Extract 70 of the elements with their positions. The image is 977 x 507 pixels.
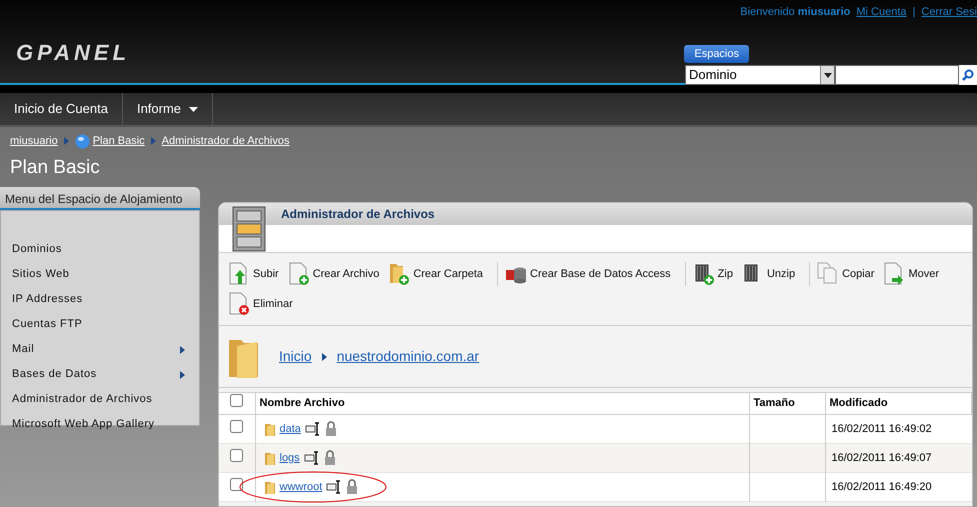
table-row[interactable]: logs 16/02/2011 16:49:07 [219, 444, 972, 472]
sidebar-item[interactable]: Dominios [1, 237, 199, 262]
dropdown-arrow-icon [824, 72, 832, 78]
file-link[interactable]: wwwroot [280, 478, 322, 496]
globe-icon [74, 134, 90, 149]
lock-icon[interactable] [346, 479, 358, 495]
select-all-checkbox[interactable] [230, 394, 244, 408]
toolbar-button[interactable]: Copiar [816, 261, 882, 287]
sidebar-item[interactable]: Cuentas FTP [1, 312, 199, 337]
rename-icon[interactable] [304, 451, 320, 465]
table-row[interactable]: wwwroot 16/02/2011 16:49:20 [219, 472, 972, 502]
header-link[interactable]: Cerrar Sesi [921, 4, 977, 20]
modified-cell: 16/02/2011 16:49:07 [825, 444, 972, 472]
caret-icon [322, 352, 327, 360]
caret-icon [64, 137, 69, 146]
spaces-select[interactable]: Dominio [685, 65, 835, 85]
sidebar-item[interactable]: Bases de Datos [1, 362, 199, 387]
header-link[interactable]: Mi Cuenta [856, 4, 907, 20]
row-checkbox[interactable] [230, 420, 244, 433]
breadcrumb-link[interactable]: Plan Basic [74, 133, 145, 150]
toolbar-button[interactable]: Subir [227, 261, 287, 287]
nav-item[interactable]: Inicio de Cuenta [0, 93, 123, 125]
toolbar-button[interactable]: Eliminar [227, 291, 301, 317]
dropdown-arrow-icon [189, 106, 198, 112]
file-link[interactable]: data [280, 420, 301, 438]
link-separator: | [912, 5, 916, 20]
search-field[interactable] [835, 65, 959, 85]
lock-icon[interactable] [324, 421, 337, 437]
lock-icon[interactable] [324, 450, 336, 466]
caret-icon [180, 370, 185, 378]
toolbar-button[interactable]: Mover [882, 261, 948, 287]
search-icon[interactable] [962, 69, 974, 81]
rename-icon[interactable] [304, 422, 321, 436]
folder-icon [264, 480, 276, 494]
row-checkbox[interactable] [230, 478, 244, 491]
sidebar-title: Menu del Espacio de Alojamiento [0, 187, 200, 210]
newfolder-icon [387, 261, 412, 287]
caret-icon [150, 137, 156, 146]
folder-icon [264, 422, 276, 436]
row-checkbox[interactable] [230, 448, 244, 462]
breadcrumb-link[interactable]: Administrador de Archivos [162, 133, 290, 150]
filing-cabinet-icon [231, 205, 267, 253]
path-link[interactable]: nuestrodominio.com.ar [336, 346, 480, 367]
sidebar-item[interactable]: Administrador de Archivos [1, 387, 199, 412]
file-link[interactable]: logs [280, 450, 300, 466]
toolbar-button[interactable]: Crear Carpeta [387, 261, 492, 287]
sidebar-item[interactable]: Microsoft Web App Gallery [1, 412, 199, 437]
rename-icon[interactable] [326, 480, 342, 494]
newfile-icon [286, 261, 311, 287]
panel-title: Administrador de Archivos [281, 206, 435, 223]
sidebar-item[interactable]: IP Addresses [1, 287, 199, 312]
toolbar-button[interactable]: Unzip [740, 261, 804, 287]
page-title: Plan Basic [10, 156, 101, 180]
toolbar-button[interactable]: Crear Archivo [286, 261, 388, 287]
delete-icon [227, 291, 251, 317]
spaces-label: Espacios [684, 44, 749, 63]
path-link[interactable]: Inicio [279, 346, 312, 367]
modified-cell: 16/02/2011 16:49:02 [825, 414, 972, 444]
nav-item[interactable]: Informe [122, 93, 214, 125]
sidebar-item[interactable]: Mail [1, 337, 199, 362]
logo[interactable]: GPANEL [16, 36, 130, 69]
toolbar-button[interactable]: Crear Base de Datos Access [504, 261, 679, 287]
welcome-text: Bienvenido miusuario [740, 5, 850, 20]
breadcrumb-link[interactable]: miusuario [10, 133, 58, 150]
table-row[interactable]: data 16/02/2011 16:49:02 [219, 414, 972, 444]
modified-cell: 16/02/2011 16:49:20 [825, 472, 972, 502]
sidebar-item[interactable]: Sitios Web [1, 262, 199, 287]
toolbar-button[interactable]: Zip [692, 261, 741, 287]
folder-icon [264, 450, 276, 466]
caret-icon [180, 346, 185, 354]
